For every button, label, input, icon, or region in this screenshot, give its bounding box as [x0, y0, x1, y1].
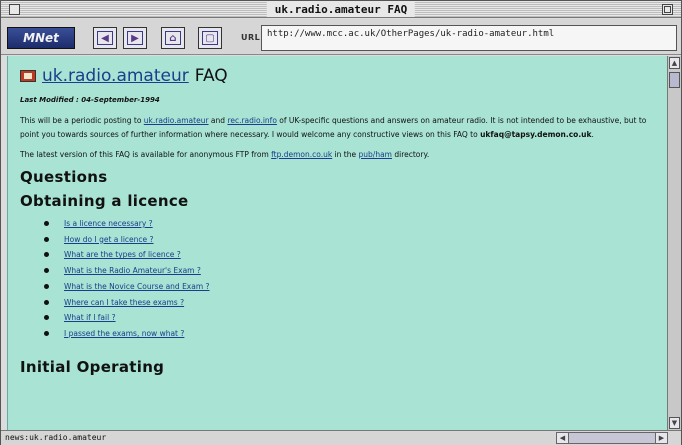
- question-link[interactable]: Is a licence necessary ?: [64, 219, 153, 228]
- scroll-thumb[interactable]: [669, 72, 680, 88]
- forward-button[interactable]: ▶: [123, 27, 147, 49]
- question-link[interactable]: Where can I take these exams ?: [64, 298, 184, 307]
- link-pub-ham[interactable]: pub/ham: [359, 150, 392, 159]
- page-content: uk.radio.amateur FAQ Last Modified : 04-…: [7, 56, 667, 430]
- list-item: Is a licence necessary ?: [44, 216, 653, 232]
- back-arrow-icon: ◀: [97, 31, 113, 45]
- section-obtaining-licence: Obtaining a licence: [20, 192, 189, 210]
- section-initial-operating: Initial Operating: [20, 357, 165, 376]
- zoom-box[interactable]: [662, 4, 673, 15]
- toolbar: MNet ◀ ▶ ⌂ ▢ URL http://www.mcc.ac.uk/Ot…: [1, 19, 681, 55]
- list-item: What if I fail ?: [44, 310, 653, 326]
- vertical-scrollbar[interactable]: ▲ ▼: [667, 56, 681, 430]
- list-item: What is the Novice Course and Exam ?: [44, 279, 653, 295]
- home-button[interactable]: ⌂: [161, 27, 185, 49]
- scroll-right-icon[interactable]: ▶: [655, 433, 667, 443]
- section-questions: Questions: [20, 168, 108, 186]
- browser-window: uk.radio.amateur FAQ MNet ◀ ▶ ⌂ ▢ URL ht…: [0, 0, 682, 445]
- url-field[interactable]: http://www.mcc.ac.uk/OtherPages/uk-radio…: [261, 25, 677, 51]
- page-title: uk.radio.amateur FAQ: [20, 66, 653, 86]
- heading-suffix: FAQ: [194, 66, 228, 86]
- question-link[interactable]: What is the Novice Course and Exam ?: [64, 282, 210, 291]
- link-uk-radio-amateur[interactable]: uk.radio.amateur: [144, 116, 209, 125]
- list-item: I passed the exams, now what ?: [44, 326, 653, 342]
- title-bar[interactable]: uk.radio.amateur FAQ: [1, 1, 681, 18]
- last-modified: Last Modified : 04-September-1994: [20, 96, 160, 104]
- question-link[interactable]: I passed the exams, now what ?: [64, 329, 184, 338]
- status-message: news:uk.radio.amateur: [5, 433, 107, 442]
- list-item: What are the types of licence ?: [44, 247, 653, 263]
- contact-email: ukfaq@tapsy.demon.co.uk: [480, 130, 592, 139]
- list-item: Where can I take these exams ?: [44, 295, 653, 311]
- document-icon: ▢: [202, 31, 218, 45]
- link-ftp-server[interactable]: ftp.demon.co.uk: [271, 150, 332, 159]
- ftp-paragraph: The latest version of this FAQ is availa…: [20, 148, 653, 162]
- home-icon: ⌂: [165, 31, 181, 45]
- list-item: How do I get a licence ?: [44, 232, 653, 248]
- intro-text-4: .: [591, 130, 594, 139]
- ftp-text-3: directory.: [391, 150, 430, 159]
- scroll-down-icon[interactable]: ▼: [669, 417, 680, 429]
- intro-text-1: This will be a periodic posting to: [20, 116, 144, 125]
- ftp-text-2: in the: [332, 150, 359, 159]
- horizontal-scrollbar[interactable]: ◀ ▶: [556, 432, 668, 444]
- ftp-text-1: The latest version of this FAQ is availa…: [20, 150, 272, 159]
- intro-paragraph: This will be a periodic posting to uk.ra…: [20, 114, 653, 142]
- scroll-left-icon[interactable]: ◀: [557, 433, 569, 443]
- scroll-up-icon[interactable]: ▲: [669, 57, 680, 69]
- close-box[interactable]: [9, 4, 20, 15]
- status-bar: news:uk.radio.amateur ◀ ▶: [1, 430, 681, 445]
- question-list: Is a licence necessary ? How do I get a …: [44, 216, 653, 342]
- app-logo: MNet: [7, 27, 75, 49]
- question-link[interactable]: What is the Radio Amateur's Exam ?: [64, 266, 201, 275]
- question-link[interactable]: How do I get a licence ?: [64, 235, 154, 244]
- heading-link[interactable]: uk.radio.amateur: [42, 66, 189, 86]
- url-label: URL: [241, 33, 261, 42]
- list-item: What is the Radio Amateur's Exam ?: [44, 263, 653, 279]
- window-title: uk.radio.amateur FAQ: [266, 2, 416, 17]
- question-link[interactable]: What are the types of licence ?: [64, 250, 181, 259]
- question-link[interactable]: What if I fail ?: [64, 313, 116, 322]
- document-button[interactable]: ▢: [198, 27, 222, 49]
- back-button[interactable]: ◀: [93, 27, 117, 49]
- link-rec-radio-info[interactable]: rec.radio.info: [227, 116, 276, 125]
- document-icon: [20, 70, 36, 82]
- forward-arrow-icon: ▶: [127, 31, 143, 45]
- intro-text-2: and: [208, 116, 228, 125]
